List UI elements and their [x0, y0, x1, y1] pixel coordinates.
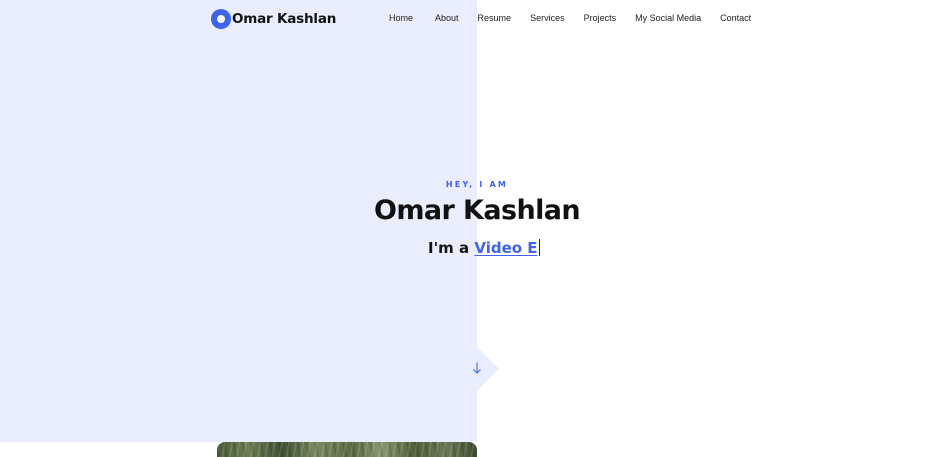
hero-role-typed: Video E — [474, 239, 538, 257]
scroll-down-button[interactable] — [470, 360, 484, 376]
logo-circle-icon — [211, 9, 231, 29]
nav-item-resume[interactable]: Resume — [478, 13, 512, 23]
typing-caret — [538, 239, 540, 256]
nav-item-projects[interactable]: Projects — [584, 13, 617, 23]
about-photo — [217, 442, 477, 457]
main-nav: Home About Resume Services Projects My S… — [389, 13, 751, 23]
hero-kicker: HEY, I AM — [445, 180, 509, 189]
hero-role-prefix: I'm a — [428, 239, 475, 257]
hero-name: Omar Kashlan — [374, 195, 581, 226]
nav-item-services[interactable]: Services — [530, 13, 565, 23]
nav-item-contact[interactable]: Contact — [720, 13, 751, 23]
logo[interactable]: Omar Kashlan — [211, 9, 336, 29]
nav-item-social-media[interactable]: My Social Media — [635, 13, 701, 23]
nav-item-home[interactable]: Home — [389, 13, 413, 23]
page: Omar Kashlan Home About Resume Services … — [0, 0, 945, 457]
nav-item-about[interactable]: About — [435, 13, 459, 23]
arrow-down-icon — [473, 362, 481, 374]
hero-role: I'm a Video E — [428, 239, 540, 257]
logo-text: Omar Kashlan — [232, 11, 337, 27]
